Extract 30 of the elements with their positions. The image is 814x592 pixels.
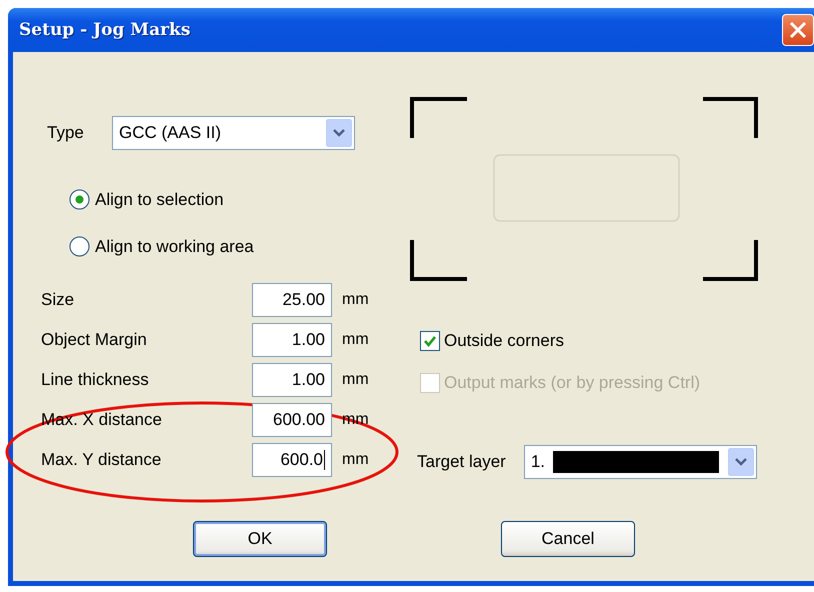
check-icon bbox=[423, 334, 437, 348]
target-layer-dropdown[interactable]: 1. bbox=[524, 445, 757, 479]
field-label: Max. Y distance bbox=[41, 450, 162, 470]
type-dropdown[interactable]: GCC (AAS II) bbox=[112, 116, 355, 150]
number-field[interactable]: 600.00 bbox=[252, 403, 332, 437]
cancel-button[interactable]: Cancel bbox=[501, 521, 635, 557]
number-field[interactable]: 1.00 bbox=[252, 363, 332, 397]
number-field[interactable]: 600.0 bbox=[252, 443, 332, 477]
window-title: Setup - Jog Marks bbox=[19, 20, 190, 40]
checkbox[interactable] bbox=[420, 331, 440, 351]
radio-button[interactable] bbox=[69, 189, 90, 210]
field-label: Line thickness bbox=[41, 370, 150, 390]
field-label: Size bbox=[41, 290, 76, 310]
radio-label[interactable]: Align to selection bbox=[95, 190, 224, 210]
unit-label: mm bbox=[342, 331, 369, 349]
ok-button[interactable]: OK bbox=[193, 521, 327, 557]
number-field[interactable]: 1.00 bbox=[252, 323, 332, 357]
unit-label: mm bbox=[342, 451, 369, 469]
radio-label[interactable]: Align to working area bbox=[95, 236, 254, 256]
radio-button[interactable] bbox=[69, 236, 90, 257]
unit-label: mm bbox=[342, 371, 369, 389]
close-button[interactable] bbox=[782, 14, 814, 46]
field-label: Object Margin bbox=[41, 330, 148, 350]
close-icon bbox=[789, 21, 807, 39]
text-caret bbox=[324, 450, 325, 470]
checkbox-label[interactable]: Outside corners bbox=[444, 331, 564, 351]
type-label: Type bbox=[47, 123, 85, 143]
number-field[interactable]: 25.00 bbox=[252, 283, 332, 317]
unit-label: mm bbox=[342, 291, 369, 309]
target-layer-label: Target layer bbox=[417, 452, 506, 472]
